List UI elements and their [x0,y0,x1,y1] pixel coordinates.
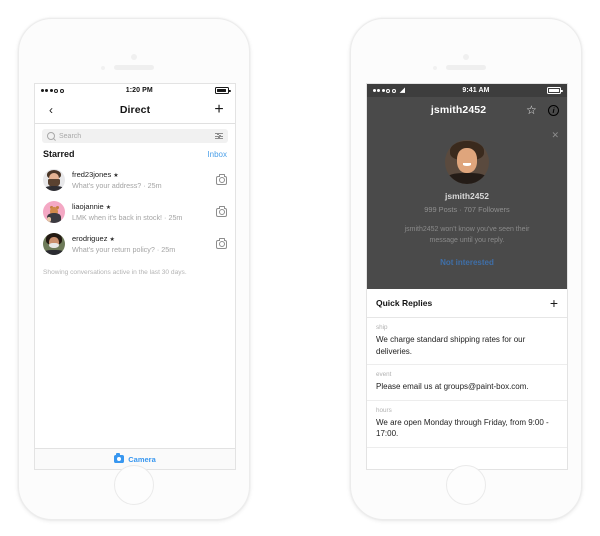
quick-replies-title: Quick Replies [376,298,433,308]
status-time: 1:20 PM [125,87,153,94]
quick-reply-text: We are open Monday through Friday, from … [376,417,549,439]
conversation-body: fred23jones ★ What's your address? · 25m [72,170,209,190]
quick-reply-text: Please email us at groups@paint-box.com. [376,382,529,392]
star-outline-icon[interactable]: ☆ [526,104,542,116]
front-camera-icon [463,54,469,60]
overlay-username: jsmith2452 [445,191,489,201]
section-title: Starred [43,149,75,159]
conversation-preview: LMK when it's back in stock! · 25m [72,212,183,222]
status-bar-left: 1:20 PM [35,84,235,97]
quick-reply-tag: ship [376,324,388,331]
battery-icon [215,87,231,94]
front-camera-icon [131,54,137,60]
list-item[interactable]: liaojannie ★ LMK when it's back in stock… [35,196,235,228]
proximity-sensor-icon [101,66,105,70]
list-item[interactable]: hours We are open Monday through Friday,… [367,401,567,448]
status-battery [215,87,231,94]
proximity-sensor-icon [433,66,437,70]
starred-icon: ★ [109,237,115,244]
close-icon[interactable]: ✕ [551,131,559,140]
status-battery [547,87,563,94]
inbox-link[interactable]: Inbox [207,150,227,159]
search-container: Search [35,124,235,147]
conversation-username: fred23jones ★ [72,170,119,180]
tab-camera-label: Camera [128,454,156,464]
starred-icon: ★ [113,173,119,180]
earpiece-speaker [114,65,154,70]
camera-icon[interactable] [216,238,227,249]
page-title: Direct [119,104,151,116]
conversation-list: fred23jones ★ What's your address? · 25m… [35,164,235,260]
quick-reply-tag: event [376,371,392,379]
add-quick-reply-button[interactable]: + [550,296,558,310]
conversation-preview: What's your address? · 25m [72,180,162,190]
list-item[interactable]: fred23jones ★ What's your address? · 25m [35,164,235,196]
phone-device-left: 1:20 PM ‹ Direct + Search Starred Inbox … [18,18,250,520]
avatar [43,233,65,255]
search-input[interactable]: Search [42,129,228,143]
camera-icon [114,453,125,464]
plus-icon: + [214,101,224,118]
camera-icon[interactable] [216,206,227,217]
new-message-button[interactable]: + [211,102,227,118]
avatar [43,201,65,223]
quick-reply-text: We charge standard shipping rates for ou… [376,335,526,356]
status-signal: ◢ [373,87,405,94]
conversation-username: erodriguez ★ [72,234,115,244]
quick-replies-header: Quick Replies + [367,289,567,318]
status-bar-right: ◢ 9:41 AM [367,84,567,97]
not-interested-button[interactable]: Not interested [440,258,494,267]
info-circle-icon[interactable]: i [548,104,559,116]
conversation-body: liaojannie ★ LMK when it's back in stock… [72,202,209,222]
battery-icon [547,87,563,94]
overlay-stats: 999 Posts · 707 Followers [424,205,510,214]
screen-thread-quick-replies: ◢ 9:41 AM jsmith2452 ☆ i ✕ jsmith2452 99… [366,83,568,470]
list-item[interactable]: ship We charge standard shipping rates f… [367,318,567,366]
screenshot-stage: 1:20 PM ‹ Direct + Search Starred Inbox … [0,0,600,536]
page-title: jsmith2452 [430,104,487,116]
phone-device-right: ◢ 9:41 AM jsmith2452 ☆ i ✕ jsmith2452 99… [350,18,582,520]
overlay-message: jsmith2452 won't know you've seen their … [404,226,530,244]
list-item[interactable]: erodriguez ★ What's your return policy? … [35,228,235,260]
signal-dots-icon [41,88,64,93]
nav-bar-direct: ‹ Direct + [35,97,235,124]
status-signal [41,88,64,93]
nav-actions: ☆ i [526,104,559,116]
quick-reply-tag: hours [376,406,392,414]
section-header-starred: Starred Inbox [35,147,235,164]
starred-icon: ★ [105,205,112,212]
quick-replies-list: ship We charge standard shipping rates f… [367,318,567,469]
search-icon [47,132,55,140]
content-spacer [35,276,235,448]
home-button[interactable] [114,465,154,505]
list-item[interactable]: event Please email us at groups@paint-bo… [367,365,567,401]
camera-icon[interactable] [216,174,227,185]
signal-dots-icon [373,88,396,93]
nav-bar-thread: jsmith2452 ☆ i [367,97,567,124]
chevron-left-icon: ‹ [49,103,53,117]
avatar [43,169,65,191]
avatar [445,140,489,184]
screen-direct-inbox: 1:20 PM ‹ Direct + Search Starred Inbox … [34,83,236,470]
conversation-preview: What's your return policy? · 25m [72,244,176,254]
earpiece-speaker [446,65,486,70]
profile-overlay: ✕ jsmith2452 999 Posts · 707 Followers j… [367,124,567,289]
home-button[interactable] [446,465,486,505]
sliders-icon[interactable] [215,132,223,140]
status-time: 9:41 AM [462,87,490,94]
search-placeholder: Search [59,132,82,140]
back-button[interactable]: ‹ [43,104,59,116]
conversation-body: erodriguez ★ What's your return policy? … [72,234,209,254]
footer-note: Showing conversations active in the last… [43,269,187,276]
conversation-username: liaojannie ★ [72,202,112,212]
